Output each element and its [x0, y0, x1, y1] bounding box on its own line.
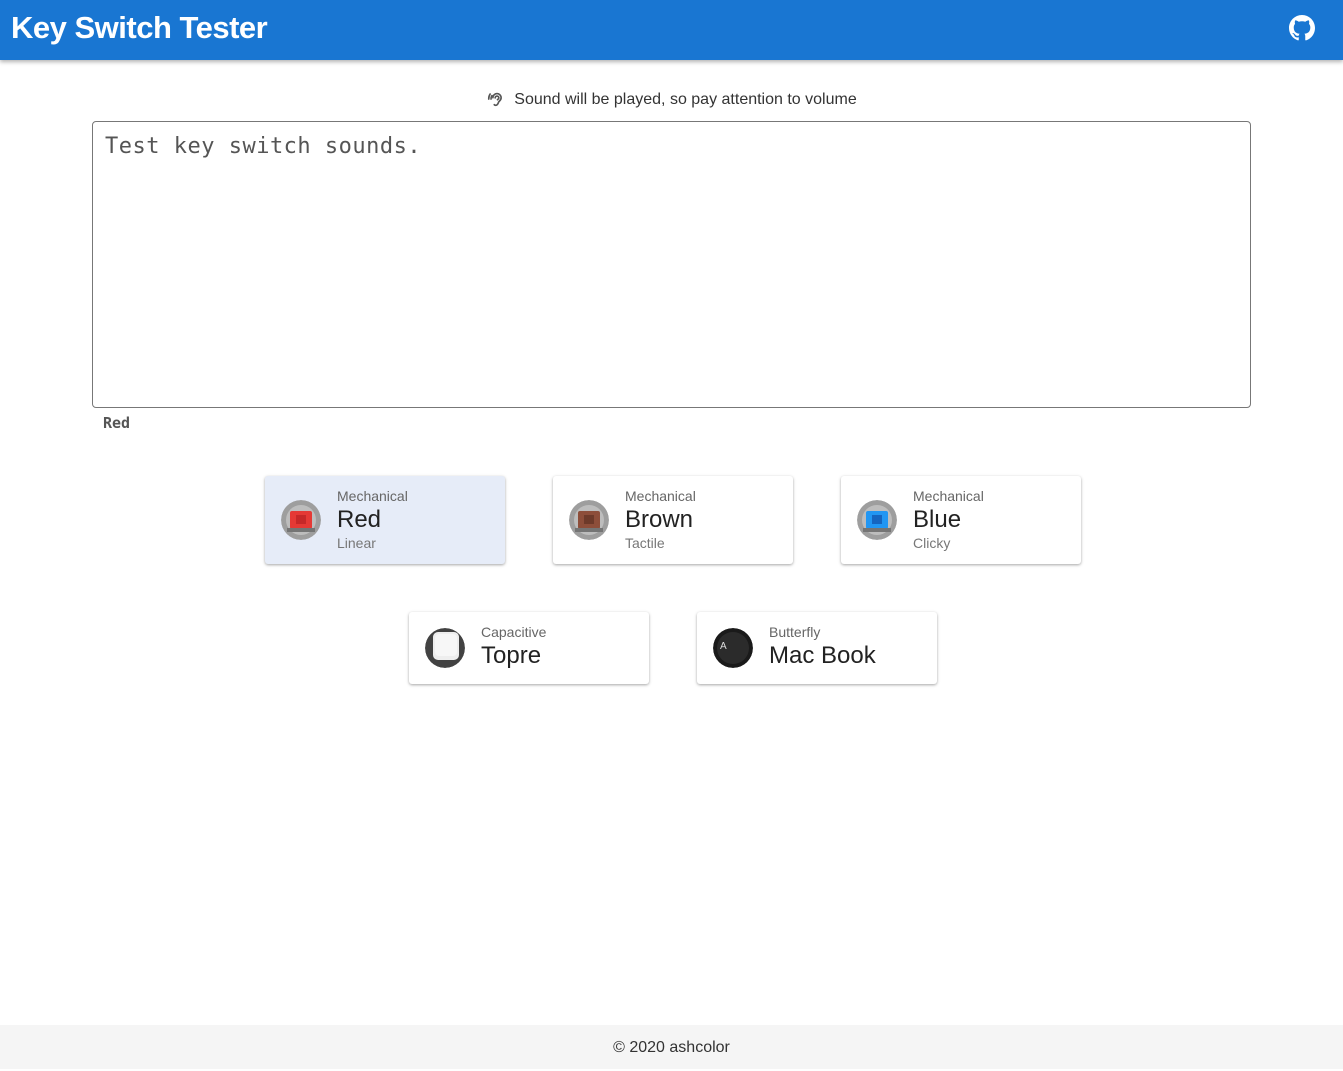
switch-card-topre[interactable]: Capacitive Topre: [409, 612, 649, 684]
switch-card-blue[interactable]: Mechanical Blue Clicky: [841, 476, 1081, 564]
hearing-icon: [486, 89, 508, 111]
switch-kind: Mechanical: [625, 488, 696, 504]
switch-kind: Butterfly: [769, 624, 821, 640]
switch-name: Red: [337, 506, 382, 533]
switch-feel: Linear: [337, 535, 376, 551]
switch-kind: Mechanical: [913, 488, 984, 504]
switch-name: Blue: [913, 506, 962, 533]
switch-feel: Clicky: [913, 535, 951, 551]
blue-switch-image: [857, 500, 897, 540]
app-bar: Key Switch Tester: [0, 0, 1343, 60]
github-icon[interactable]: [1289, 15, 1315, 41]
switch-card-brown[interactable]: Mechanical Brown Tactile: [553, 476, 793, 564]
switch-name: Brown: [625, 506, 694, 533]
switch-card-red[interactable]: Mechanical Red Linear: [265, 476, 505, 564]
brown-switch-image: [569, 500, 609, 540]
switch-card-macbook[interactable]: A Butterfly Mac Book: [697, 612, 937, 684]
volume-notice-text: Sound will be played, so pay attention t…: [514, 91, 857, 108]
switch-kind: Mechanical: [337, 488, 408, 504]
switch-name: Mac Book: [769, 642, 876, 669]
switch-kind: Capacitive: [481, 624, 547, 640]
volume-notice: Sound will be played, so pay attention t…: [0, 89, 1343, 111]
app-title: Key Switch Tester: [11, 10, 268, 45]
typing-test-textarea[interactable]: [92, 121, 1251, 408]
footer: © 2020 ashcolor: [0, 1025, 1343, 1069]
switch-feel: Tactile: [625, 535, 665, 551]
footer-text: © 2020 ashcolor: [613, 1039, 730, 1056]
macbook-key-letter: A: [720, 641, 727, 652]
topre-switch-image: [425, 628, 465, 668]
red-switch-image: [281, 500, 321, 540]
macbook-key-image: A: [713, 628, 753, 668]
selected-switch-label: Red: [103, 414, 131, 432]
switch-name: Topre: [481, 642, 542, 669]
